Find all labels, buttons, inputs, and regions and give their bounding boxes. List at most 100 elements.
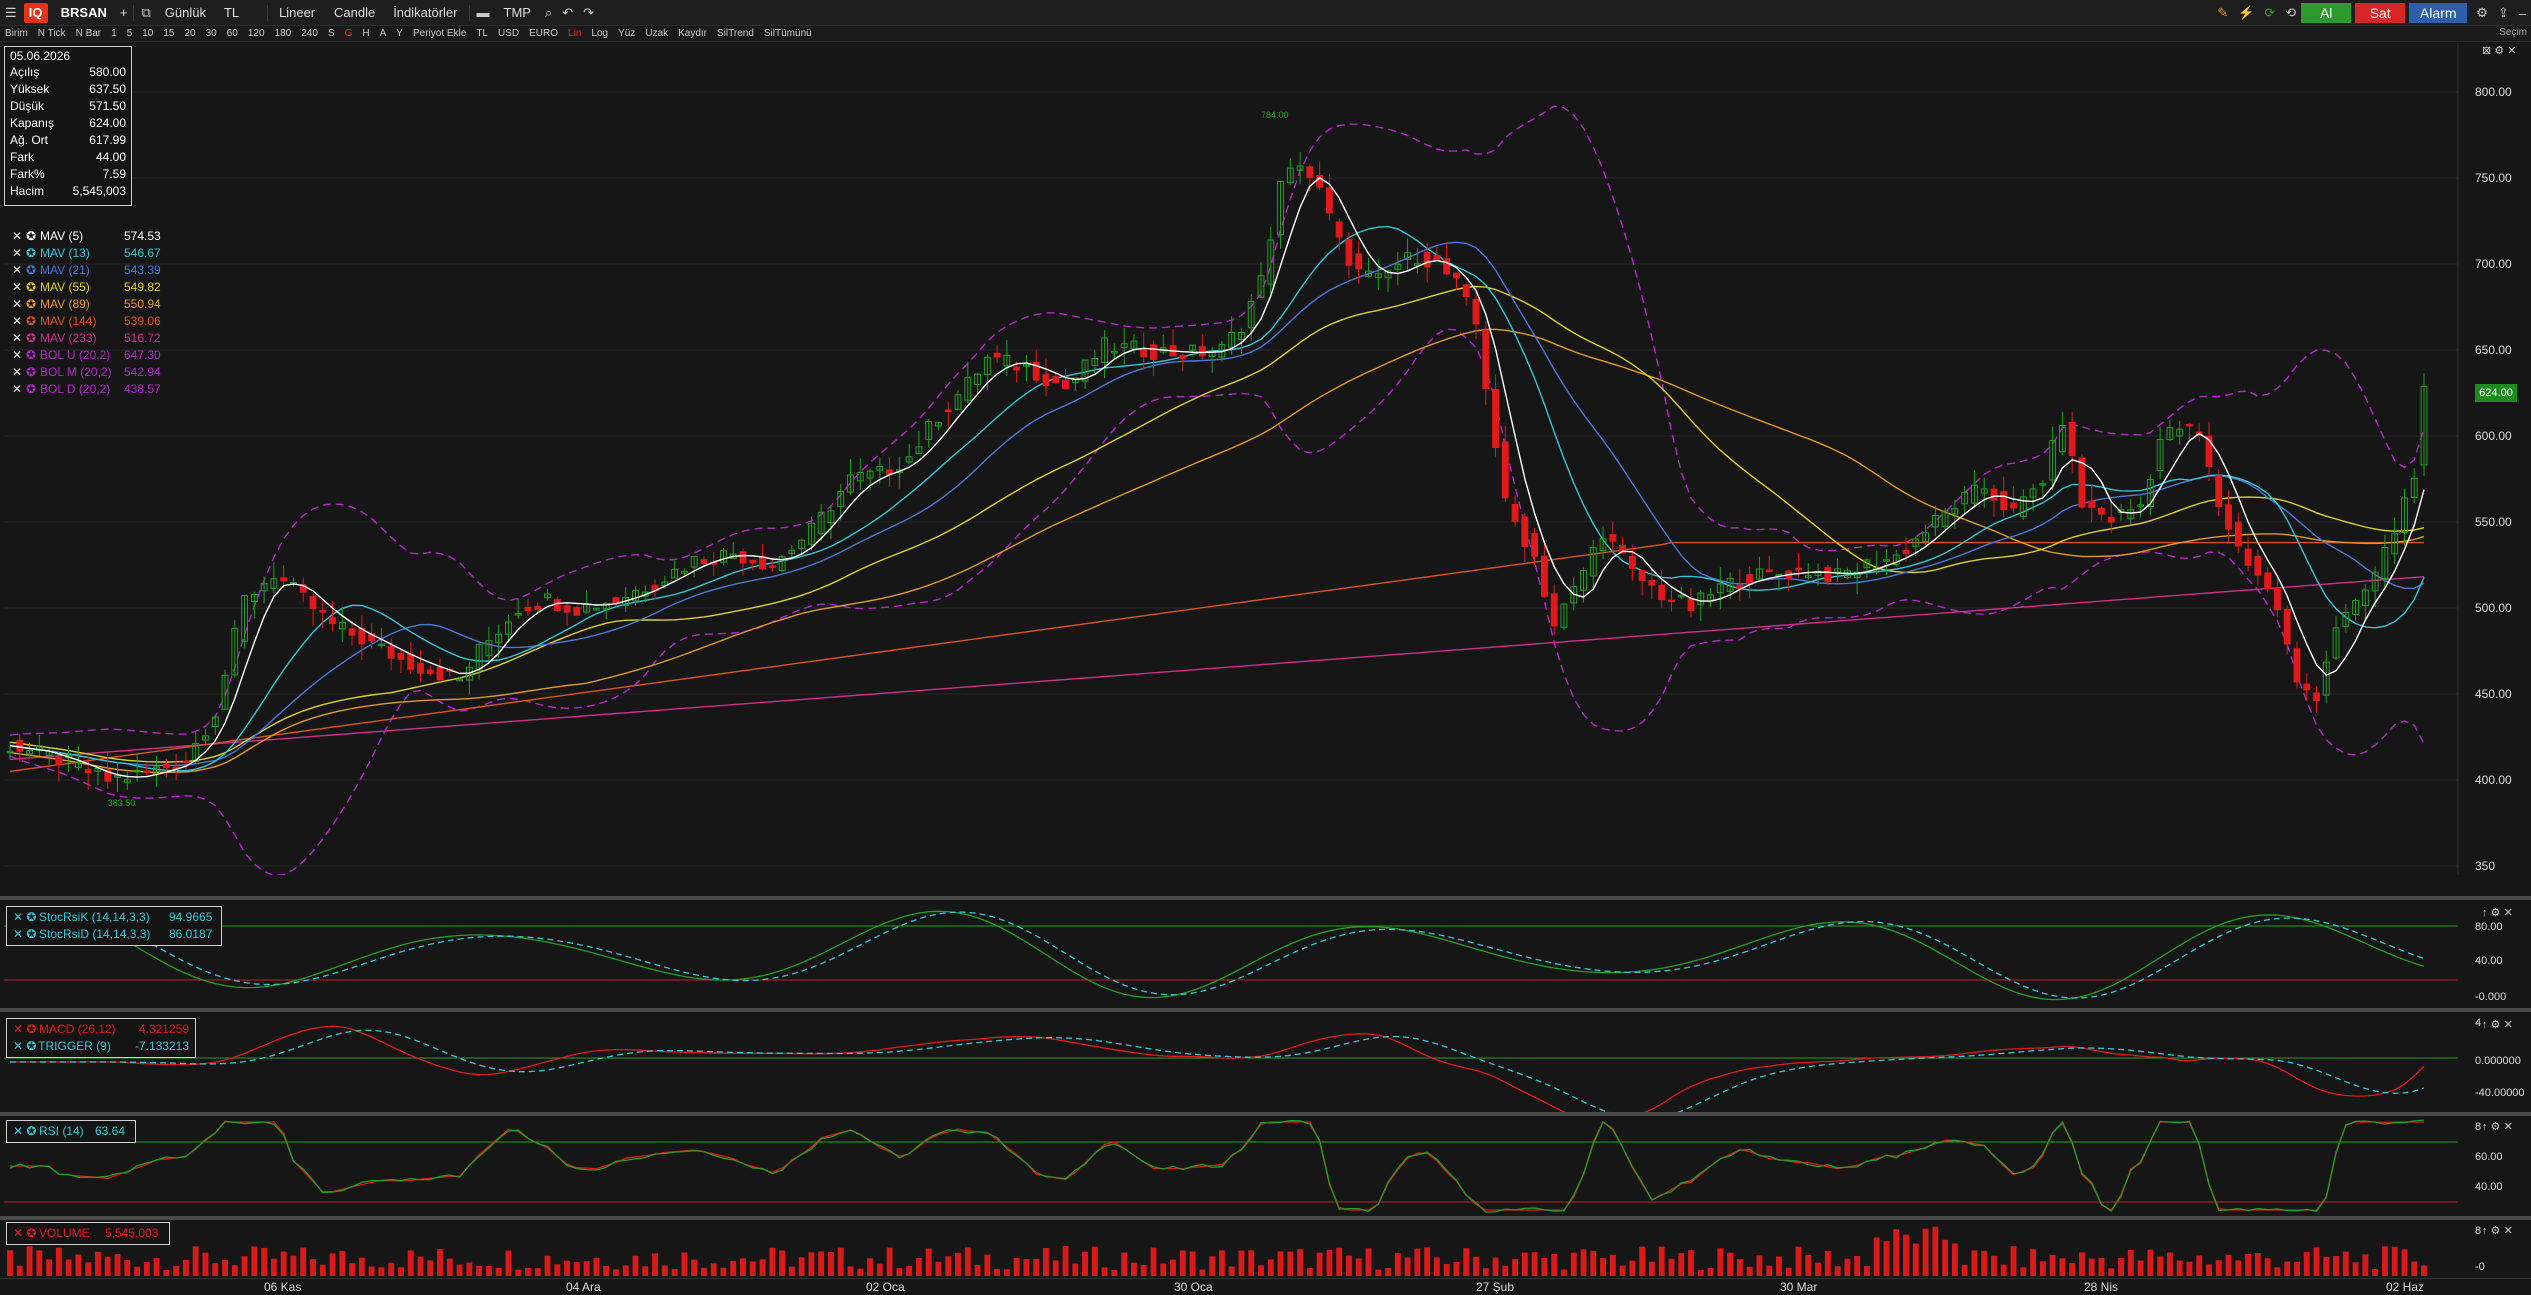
eye-icon[interactable]: ✪ xyxy=(26,296,40,313)
period-item[interactable]: Lin xyxy=(563,28,586,39)
period-item[interactable]: USD xyxy=(493,28,524,39)
sell-button[interactable]: Sat xyxy=(2355,3,2406,23)
pane-controls[interactable]: ↑ ⚙ ✕ xyxy=(2482,1018,2513,1031)
legend-item[interactable]: ✕ ✪ MAV (89) 550.94 xyxy=(12,296,161,313)
stoch-chart[interactable]: 80.00 40.00 -0.000 xyxy=(0,900,2531,1008)
redo-icon[interactable]: ↷ xyxy=(578,5,599,21)
flash-icon[interactable]: ⚡ xyxy=(2233,5,2259,21)
macd-pane[interactable]: 4 0.000000 -40.00000 xyxy=(0,1012,2531,1112)
legend-item[interactable]: ✕ ✪ MAV (55) 549.82 xyxy=(12,279,161,296)
period-item[interactable]: 1 xyxy=(106,28,122,39)
period-item[interactable]: Yüz xyxy=(613,28,640,39)
legend-item[interactable]: ✕ ✪ BOL U (20,2) 647.30 xyxy=(12,347,161,364)
rsi-chart[interactable]: 8 60.00 40.00 xyxy=(0,1116,2531,1216)
close-icon[interactable]: ✕ ✪ xyxy=(13,1038,38,1055)
period-item[interactable]: S xyxy=(323,28,340,39)
period-item[interactable]: SilTrend xyxy=(712,28,759,39)
period-item[interactable]: H xyxy=(357,28,374,39)
price-pane[interactable]: 800.00 750.00 700.00 650.00 600.00 550.00 500.… xyxy=(0,43,2531,875)
period-item[interactable]: 120 xyxy=(243,28,270,39)
template-button[interactable]: TMP xyxy=(495,0,540,25)
undo-icon[interactable]: ↶ xyxy=(557,5,578,21)
close-icon[interactable]: ✕ xyxy=(12,381,26,398)
period-item[interactable]: Y xyxy=(391,28,408,39)
price-chart[interactable]: 800.00 750.00 700.00 650.00 600.00 550.00 500.… xyxy=(0,43,2531,875)
add-symbol-button[interactable]: + xyxy=(116,0,132,25)
close-icon[interactable]: ✕ xyxy=(12,228,26,245)
period-item[interactable]: 180 xyxy=(270,28,297,39)
period-item[interactable]: A xyxy=(375,28,392,39)
close-icon[interactable]: ✕ xyxy=(12,245,26,262)
legend-item[interactable]: ✕ ✪ BOL D (20,2) 438.57 xyxy=(12,381,161,398)
symbol-label[interactable]: BRSAN xyxy=(52,0,116,25)
period-item[interactable]: Kaydır xyxy=(673,28,712,39)
period-item[interactable]: Uzak xyxy=(640,28,673,39)
period-item[interactable]: 60 xyxy=(222,28,243,39)
macd-chart[interactable]: 4 0.000000 -40.00000 xyxy=(0,1012,2531,1112)
close-icon[interactable]: ✕ xyxy=(12,279,26,296)
legend-item[interactable]: ✕ ✪ MAV (5) 574.53 xyxy=(12,228,161,245)
period-selector[interactable]: Günlük xyxy=(156,0,215,25)
eye-icon[interactable]: ✪ xyxy=(26,330,40,347)
chart-type-selector[interactable]: Candle xyxy=(325,0,384,25)
eye-icon[interactable]: ✪ xyxy=(26,381,40,398)
period-item[interactable]: TL xyxy=(471,28,493,39)
period-item[interactable]: Periyot Ekle xyxy=(408,28,471,39)
close-icon[interactable]: ✕ ✪ xyxy=(13,1225,39,1242)
close-icon[interactable]: ✕ xyxy=(12,296,26,313)
eye-icon[interactable]: ✪ xyxy=(26,262,40,279)
buy-button[interactable]: Al xyxy=(2301,3,2352,23)
period-item[interactable]: 240 xyxy=(296,28,323,39)
pane-controls[interactable]: ↑ ⚙ ✕ xyxy=(2482,1224,2513,1237)
eye-icon[interactable]: ✪ xyxy=(26,313,40,330)
period-item[interactable]: 20 xyxy=(180,28,201,39)
close-icon[interactable]: ✕ xyxy=(12,347,26,364)
period-item[interactable]: Log xyxy=(586,28,613,39)
legend-item[interactable]: ✕ ✪ MAV (144) 539.06 xyxy=(12,313,161,330)
scale-selector[interactable]: Lineer xyxy=(270,0,325,25)
indicators-button[interactable]: İndikatörler xyxy=(384,0,466,25)
stoch-pane[interactable]: 80.00 40.00 -0.000 xyxy=(0,900,2531,1008)
legend-item[interactable]: ✕ ✪ MAV (233) 516.72 xyxy=(12,330,161,347)
period-item[interactable]: EURO xyxy=(524,28,563,39)
period-item[interactable]: N Tick xyxy=(33,28,71,39)
close-icon[interactable]: ✕ ✪ xyxy=(13,1123,39,1140)
legend-item[interactable]: ✕ ✪ MAV (21) 543.39 xyxy=(12,262,161,279)
share-icon[interactable]: ⇪ xyxy=(2493,5,2514,21)
period-item[interactable]: 5 xyxy=(122,28,138,39)
eye-icon[interactable]: ✪ xyxy=(26,347,40,364)
gear-icon[interactable]: ⚙ xyxy=(2471,5,2493,21)
close-icon[interactable]: ✕ xyxy=(12,330,26,347)
rsi-pane[interactable]: 8 60.00 40.00 xyxy=(0,1116,2531,1216)
period-item[interactable]: 10 xyxy=(137,28,158,39)
pane-controls[interactable]: ⊠ ⚙ ✕ xyxy=(2482,44,2516,57)
paint-icon[interactable]: ✎ xyxy=(2212,5,2233,21)
period-item[interactable]: SilTümünü xyxy=(759,28,817,39)
sync-icon[interactable]: ⟲ xyxy=(2280,5,2301,21)
close-icon[interactable]: ✕ xyxy=(12,313,26,330)
period-item[interactable]: 15 xyxy=(158,28,179,39)
alarm-button[interactable]: Alarm xyxy=(2409,3,2468,23)
selection-label[interactable]: Seçim xyxy=(2499,27,2527,38)
period-item[interactable]: G xyxy=(340,28,358,39)
folder-icon[interactable]: ▬ xyxy=(472,5,495,20)
refresh-icon[interactable]: ⟳ xyxy=(2259,5,2280,21)
eye-icon[interactable]: ✪ xyxy=(26,228,40,245)
minus-icon[interactable]: – xyxy=(2514,6,2531,21)
legend-item[interactable]: ✕ ✪ BOL M (20,2) 542.94 xyxy=(12,364,161,381)
external-link-icon[interactable]: ⧉ xyxy=(136,5,155,21)
eye-icon[interactable]: ✪ xyxy=(26,279,40,296)
close-icon[interactable]: ✕ ✪ xyxy=(13,926,39,943)
close-icon[interactable]: ✕ xyxy=(12,262,26,279)
pane-controls[interactable]: ↑ ⚙ ✕ xyxy=(2482,906,2513,919)
close-icon[interactable]: ✕ ✪ xyxy=(13,1021,39,1038)
close-icon[interactable]: ✕ ✪ xyxy=(13,909,39,926)
period-item[interactable]: 30 xyxy=(201,28,222,39)
period-item[interactable]: Birim xyxy=(0,28,33,39)
menu-icon[interactable]: ☰ xyxy=(0,5,22,21)
eye-icon[interactable]: ✪ xyxy=(26,245,40,262)
volume-pane[interactable]: 8 -0 xyxy=(0,1220,2531,1278)
pane-controls[interactable]: ↑ ⚙ ✕ xyxy=(2482,1120,2513,1133)
eye-icon[interactable]: ✪ xyxy=(26,364,40,381)
search-icon[interactable]: ⌕ xyxy=(540,5,557,21)
